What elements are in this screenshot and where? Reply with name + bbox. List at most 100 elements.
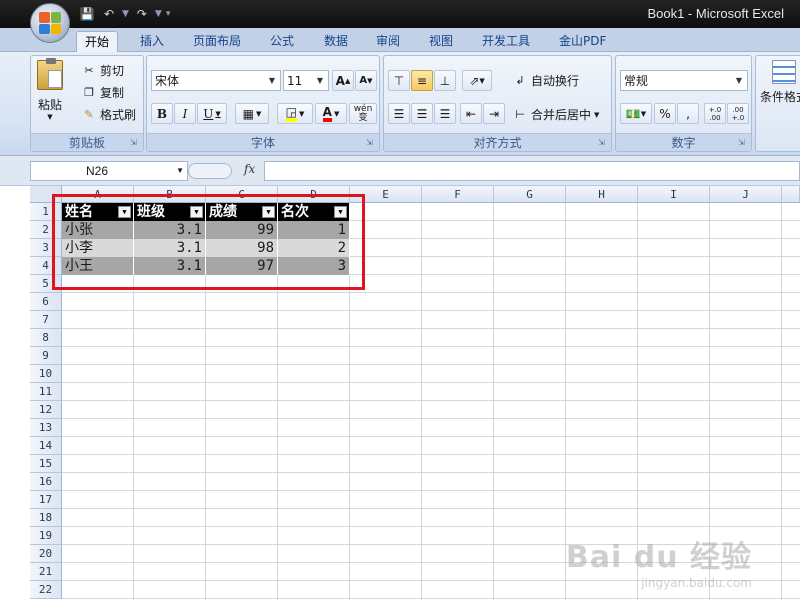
grow-font-label: A <box>335 73 345 88</box>
row-header-12[interactable]: 12 <box>30 401 62 419</box>
alignment-launcher-icon[interactable]: ⇲ <box>598 138 608 148</box>
borders-button[interactable]: ▦ ▼ <box>235 103 269 124</box>
row-header-18[interactable]: 18 <box>30 509 62 527</box>
clipboard-launcher-icon[interactable]: ⇲ <box>130 138 140 148</box>
save-icon[interactable]: 💾 <box>78 5 96 23</box>
name-box[interactable]: N26 ▼ <box>30 161 188 181</box>
number-format-value: 常规 <box>624 74 649 88</box>
row-header-7[interactable]: 7 <box>30 311 62 329</box>
paste-label: 粘贴 <box>37 98 62 112</box>
format-painter-label: 格式刷 <box>100 108 137 122</box>
shrink-font-label: A <box>359 75 368 86</box>
wrap-text-button[interactable]: ↲ 自动换行 <box>512 72 579 89</box>
undo-icon[interactable]: ↶ <box>100 5 118 23</box>
column-header-f[interactable]: F <box>422 186 494 203</box>
align-right-button[interactable]: ☰ <box>434 103 456 124</box>
tab-review[interactable]: 审阅 <box>368 31 408 53</box>
align-bottom-icon: ⊥ <box>439 73 451 88</box>
tab-formulas[interactable]: 公式 <box>262 31 302 53</box>
merge-center-button[interactable]: ⊢ 合并后居中 ▼ <box>512 106 599 123</box>
red-highlight-box <box>52 194 365 290</box>
alignment-group-label: 对齐方式 <box>384 133 611 151</box>
increase-indent-button[interactable]: ⇥ <box>483 103 505 124</box>
cut-button[interactable]: ✂ 剪切 <box>81 62 124 79</box>
tab-developer[interactable]: 开发工具 <box>474 31 538 53</box>
paste-icon <box>37 58 63 90</box>
format-painter-button[interactable]: ✎ 格式刷 <box>81 106 136 123</box>
conditional-format-button[interactable]: 条件格式 <box>760 60 800 105</box>
column-header-i[interactable]: I <box>638 186 710 203</box>
row-header-21[interactable]: 21 <box>30 563 62 581</box>
comma-style-button[interactable]: , <box>677 103 699 124</box>
tab-data[interactable]: 数据 <box>316 31 356 53</box>
align-middle-icon: ≡ <box>416 73 428 88</box>
row-header-22[interactable]: 22 <box>30 581 62 599</box>
accounting-format-button[interactable]: 💵 ▼ <box>620 103 652 124</box>
align-left-button[interactable]: ☰ <box>388 103 410 124</box>
align-bottom-button[interactable]: ⊥ <box>434 70 456 91</box>
align-top-button[interactable]: ⊤ <box>388 70 410 91</box>
font-launcher-icon[interactable]: ⇲ <box>366 138 376 148</box>
underline-button[interactable]: U ▼ <box>197 103 227 124</box>
redo-dropdown-icon[interactable]: ▼ <box>155 9 162 19</box>
font-name-combo[interactable]: 宋体 ▼ <box>151 70 281 91</box>
tab-home[interactable]: 开始 <box>76 31 119 53</box>
font-size-combo[interactable]: 11 ▼ <box>283 70 329 91</box>
column-header-k[interactable] <box>782 186 800 203</box>
shrink-font-button[interactable]: A ▼ <box>355 70 377 91</box>
row-header-14[interactable]: 14 <box>30 437 62 455</box>
number-launcher-icon[interactable]: ⇲ <box>738 138 748 148</box>
orientation-button[interactable]: ⇗ ▼ <box>462 70 492 91</box>
row-header-8[interactable]: 8 <box>30 329 62 347</box>
formula-input[interactable] <box>264 161 800 181</box>
tab-insert[interactable]: 插入 <box>132 31 172 53</box>
column-header-j[interactable]: J <box>710 186 782 203</box>
decrease-indent-button[interactable]: ⇤ <box>460 103 482 124</box>
borders-icon: ▦ <box>242 106 254 121</box>
clipboard-group: 粘贴 ▼ ✂ 剪切 ❐ 复制 ✎ 格式刷 剪贴板 ⇲ <box>30 55 144 152</box>
copy-button[interactable]: ❐ 复制 <box>81 84 124 101</box>
row-header-6[interactable]: 6 <box>30 293 62 311</box>
align-middle-button[interactable]: ≡ <box>411 70 433 91</box>
increase-decimal-button[interactable]: +.0 .00 <box>704 103 726 124</box>
row-header-19[interactable]: 19 <box>30 527 62 545</box>
merge-cells-icon: ⊢ <box>515 108 525 121</box>
customize-qat-icon[interactable]: ▾ <box>166 9 171 19</box>
align-center-button[interactable]: ☰ <box>411 103 433 124</box>
tab-kingsoft-pdf[interactable]: 金山PDF <box>551 31 614 53</box>
office-logo-icon <box>39 12 61 34</box>
column-header-g[interactable]: G <box>494 186 566 203</box>
row-header-9[interactable]: 9 <box>30 347 62 365</box>
office-button[interactable] <box>30 3 70 43</box>
undo-dropdown-icon[interactable]: ▼ <box>122 9 129 19</box>
name-box-value: N26 <box>86 164 109 178</box>
bold-button[interactable]: B <box>151 103 173 124</box>
column-header-h[interactable]: H <box>566 186 638 203</box>
row-header-16[interactable]: 16 <box>30 473 62 491</box>
decrease-decimal-button[interactable]: .00 +.0 <box>727 103 749 124</box>
tab-page-layout[interactable]: 页面布局 <box>185 31 249 53</box>
number-format-combo[interactable]: 常规 ▼ <box>620 70 748 91</box>
insert-function-icon[interactable]: fx <box>244 162 255 176</box>
styles-group: 条件格式 <box>755 55 800 152</box>
grow-font-button[interactable]: A ▲ <box>332 70 354 91</box>
underline-label: U <box>203 106 214 121</box>
tab-view[interactable]: 视图 <box>421 31 461 53</box>
row-header-10[interactable]: 10 <box>30 365 62 383</box>
row-header-20[interactable]: 20 <box>30 545 62 563</box>
row-header-15[interactable]: 15 <box>30 455 62 473</box>
fill-color-button[interactable]: ◲ ▼ <box>277 103 313 124</box>
percent-style-button[interactable]: % <box>654 103 676 124</box>
italic-button[interactable]: I <box>174 103 196 124</box>
paste-button[interactable]: 粘贴 ▼ <box>37 58 63 121</box>
title-bar: 💾 ↶ ▼ ↷ ▼ ▾ Book1 - Microsoft Excel <box>0 0 800 28</box>
row-header-13[interactable]: 13 <box>30 419 62 437</box>
alignment-group: ⊤ ≡ ⊥ ⇗ ▼ ↲ 自动换行 ☰ ☰ ☰ ⇤ ⇥ ⊢ 合并后居中 ▼ 对齐方式 ⇲ <box>383 55 612 152</box>
phonetic-button[interactable]: wén 变 <box>349 103 377 124</box>
redo-icon[interactable]: ↷ <box>133 5 151 23</box>
copy-label: 复制 <box>100 86 125 100</box>
row-header-17[interactable]: 17 <box>30 491 62 509</box>
font-name-dropdown-icon: ▼ <box>268 76 276 85</box>
row-header-11[interactable]: 11 <box>30 383 62 401</box>
font-color-button[interactable]: A ▼ <box>315 103 347 124</box>
